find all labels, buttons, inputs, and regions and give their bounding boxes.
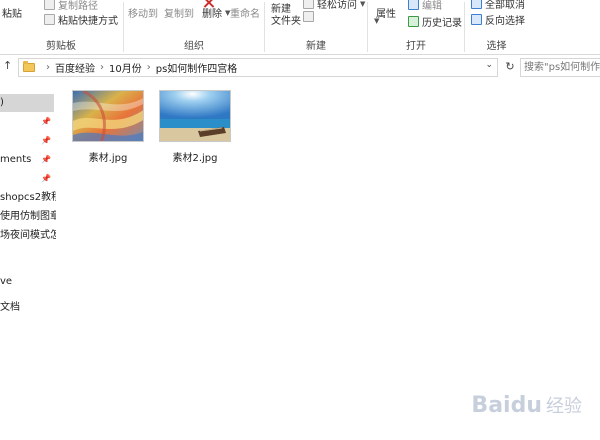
copy-path-button[interactable]: 复制路径 [44,0,98,12]
chevron-down-icon: ▼ [374,17,380,25]
edit-label: 编辑 [422,1,442,12]
nav-item[interactable]: ) [0,94,54,112]
paste-button[interactable]: 粘贴 [2,5,22,20]
organize-group: 移动到 复制到 删除 ▼ 重命名 组织 [124,0,264,55]
select-none-icon [471,0,482,9]
breadcrumb-item[interactable]: ps如何制作四宫格 [156,60,238,75]
nav-item[interactable]: ments 📌 [0,151,56,169]
invert-selection-label: 反向选择 [485,16,525,27]
pin-icon: 📌 [41,136,51,145]
history-icon [408,16,419,27]
nav-item-label: 使用仿制图章 [0,211,56,222]
paste-shortcut-button[interactable]: 粘贴快捷方式 [44,12,118,27]
address-bar[interactable]: › 百度经验 › 10月份 › ps如何制作四宫格 ⌄ [18,58,498,77]
nav-item-label: ments [0,154,32,165]
select-group-label: 选择 [486,41,507,52]
nav-item-label: shopcs2教程 [0,192,56,203]
file-name: 素材.jpg [88,153,128,164]
search-input[interactable]: 搜索"ps如何制作四宫格" [520,58,600,77]
nav-item[interactable]: 场夜间模式怎 [0,227,56,245]
nav-item[interactable]: 📌 [0,132,56,150]
breadcrumb-item[interactable]: 百度经验 [55,60,95,75]
nav-item-label: ve [0,276,13,287]
open-group-label: 打开 [406,41,426,52]
clipboard-group-label: 剪贴板 [46,41,76,52]
chevron-right-icon[interactable]: › [46,62,50,73]
invert-selection-icon [471,14,482,25]
new-item-button[interactable] [303,11,314,22]
file-name: 素材2.jpg [172,153,218,164]
delete-label-button[interactable]: 删除 ▼ [202,5,230,21]
nav-item[interactable]: 📌 [0,170,56,188]
paste-label: 粘贴 [2,9,22,20]
move-to-button[interactable]: 移动到 [128,5,158,20]
nav-item-label: ) [0,97,4,108]
nav-item-label: 场夜间模式怎 [0,230,56,241]
image-thumbnail [72,90,144,142]
edit-button[interactable]: 编辑 [408,0,442,12]
nav-item-label: 文档 [0,302,20,313]
abstract-paint-thumbnail [73,91,143,141]
new-group: 新建 文件夹 轻松访问 ▼ 新建 [265,0,367,55]
clipboard-group: 粘贴 复制路径 粘贴快捷方式 剪贴板 [0,0,122,55]
pin-icon: 📌 [41,174,51,183]
navigation-pane: ) 📌 📌 ments 📌 📌 shopcs2教程 使用仿制图章 场夜间模式怎 v… [0,86,56,440]
rename-button[interactable]: 重命名 [230,5,260,20]
history-label: 历史记录 [422,18,462,29]
watermark-text: 经验 [546,396,582,417]
invert-selection-button[interactable]: 反向选择 [471,12,525,27]
refresh-icon[interactable]: ↻ [502,59,518,75]
copy-path-icon [44,0,55,10]
select-group: 全部取消 反向选择 选择 [465,0,600,55]
search-placeholder: 搜索"ps如何制作四宫格" [524,62,600,73]
pin-icon: 📌 [41,117,51,126]
paste-shortcut-icon [44,14,55,25]
select-none-button[interactable]: 全部取消 [471,0,525,11]
move-to-label: 移动到 [128,9,158,20]
ribbon: 粘贴 复制路径 粘贴快捷方式 剪贴板 移动到 复制到 删除 ▼ 重命名 组织 新… [0,0,600,55]
nav-item[interactable]: shopcs2教程 [0,189,56,207]
history-button[interactable]: 历史记录 [408,14,462,29]
folder-icon [23,61,35,72]
copy-to-button[interactable]: 复制到 [164,5,194,20]
chevron-right-icon[interactable]: › [100,62,104,73]
new-item-icon [303,11,314,22]
chevron-right-icon[interactable]: › [147,62,151,73]
easy-access-label: 轻松访问 [317,0,357,11]
edit-icon [408,0,419,10]
rename-label: 重命名 [230,9,260,20]
image-thumbnail [159,90,231,142]
properties-dropdown[interactable]: ▼ [374,17,379,25]
paste-shortcut-label: 粘贴快捷方式 [58,16,118,27]
new-group-label: 新建 [306,41,326,52]
nav-item[interactable]: ve [0,273,56,291]
beach-boat-thumbnail [160,91,230,141]
copy-path-label: 复制路径 [58,1,98,12]
chevron-down-icon: ▼ [360,0,366,8]
file-item[interactable]: 素材.jpg [68,90,148,164]
nav-item[interactable]: 文档 [0,299,56,317]
pin-icon: 📌 [41,155,51,164]
easy-access-button[interactable]: 轻松访问 ▼ [303,0,365,11]
easy-access-icon [303,0,314,9]
baidu-watermark: Baidu 经验 [471,392,582,418]
address-bar-row: ↑ › 百度经验 › 10月份 › ps如何制作四宫格 ⌄ ↻ 搜索"ps如何制… [0,56,600,78]
file-item[interactable]: 素材2.jpg [155,90,235,164]
nav-item[interactable]: 📌 [0,113,56,131]
new-folder-button[interactable]: 新建 文件夹 [271,4,301,28]
up-arrow-icon[interactable]: ↑ [3,59,12,72]
organize-group-label: 组织 [184,41,204,52]
nav-item[interactable]: 使用仿制图章 [0,208,56,226]
new-folder-label-line1: 新建 [271,4,291,15]
baidu-logo: Baidu [471,392,542,418]
delete-label: 删除 [202,9,222,20]
address-dropdown-icon[interactable]: ⌄ [485,60,493,70]
copy-to-label: 复制到 [164,9,194,20]
breadcrumb-item[interactable]: 10月份 [109,60,142,75]
open-group: 属性 ▼ 编辑 历史记录 打开 [368,0,464,55]
new-folder-label-line2: 文件夹 [271,16,301,27]
select-none-label: 全部取消 [485,0,525,11]
